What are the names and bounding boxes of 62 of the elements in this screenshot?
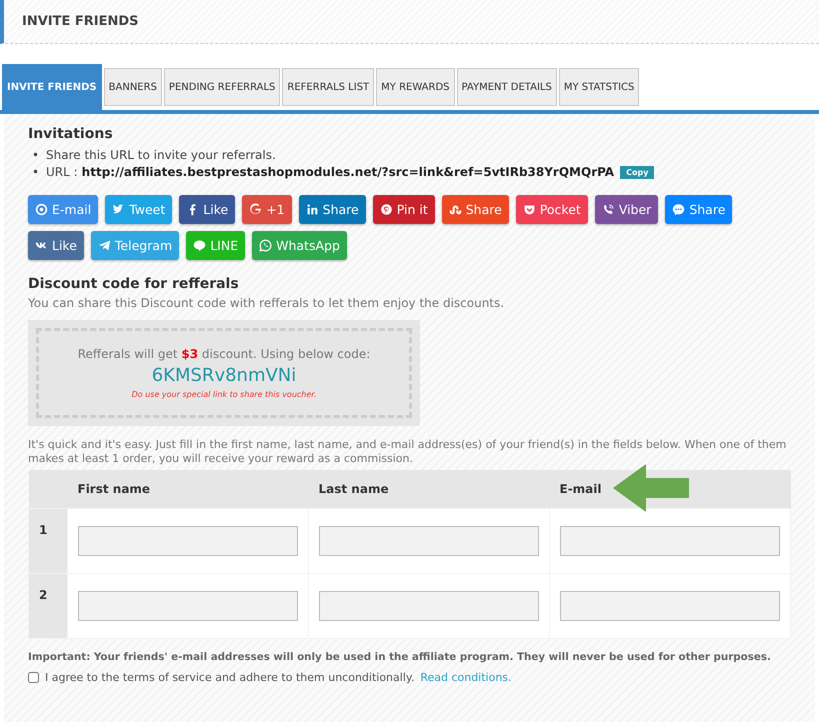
section-title: Discount code for refferals	[28, 276, 240, 292]
google-g-icon	[249, 203, 262, 216]
tab[interactable]: INVITE FRIENDS	[2, 64, 102, 110]
input-field[interactable]	[560, 591, 780, 621]
at-icon	[35, 203, 48, 216]
pocket-icon	[522, 203, 536, 216]
linkedin-icon	[306, 203, 319, 216]
voucher-code: 6KMSRv8nmVNi	[152, 365, 296, 386]
column-header: First name	[68, 470, 308, 508]
paper-plane-icon	[98, 239, 111, 252]
share-button[interactable]: Share	[665, 195, 732, 224]
share-button[interactable]: WhatsApp	[252, 231, 347, 260]
share-button[interactable]: Viber	[594, 195, 658, 224]
tab[interactable]: BANNERS	[104, 68, 162, 106]
stumbleupon-icon	[448, 203, 462, 216]
column-header: Last name	[308, 470, 550, 508]
share-button[interactable]: Like	[28, 231, 84, 260]
tab[interactable]: PENDING REFERRALS	[164, 68, 280, 106]
referral-url: http://affiliates.bestprestashopmodules.net/?src=link&ref=5vtIRb38YrQMQrPA	[82, 165, 614, 179]
voucher-offer: Refferals will get $3 discount. Using below code:	[78, 347, 370, 361]
form-intro: It's quick and it's easy. Just fill in the first name, last name, and e-mail address(es) of your friend(s) in the fields below. When one of them makes at least 1 order, you will receive your reward as a commission.	[28, 438, 788, 466]
section-title: Invitations	[28, 126, 114, 142]
share-button[interactable]: Tweet	[105, 195, 172, 224]
checkbox[interactable]	[28, 672, 39, 683]
input-field[interactable]	[78, 591, 298, 621]
share-button[interactable]: Share	[298, 195, 366, 224]
input-field[interactable]	[319, 526, 539, 556]
speech-bubble-icon	[193, 239, 206, 252]
share-button[interactable]: E-mail	[28, 195, 98, 224]
input-field[interactable]	[560, 526, 780, 556]
input-field[interactable]	[78, 526, 298, 556]
whatsapp-phone-icon	[259, 239, 272, 252]
bullet: •	[32, 164, 40, 181]
pin-icon	[380, 203, 393, 216]
share-button[interactable]: Telegram	[90, 231, 180, 260]
header-cell	[28, 470, 68, 508]
read-conditions-link[interactable]: Read conditions.	[420, 671, 512, 684]
page-title: INVITE FRIENDS	[22, 14, 139, 29]
share-button[interactable]: Like	[179, 195, 236, 224]
voucher-warning: Do use your special link to share this voucher.	[132, 390, 316, 399]
tab[interactable]: REFERRALS LIST	[282, 68, 374, 106]
input-field[interactable]	[319, 591, 539, 621]
chat-bubble-icon	[672, 203, 686, 216]
tab[interactable]: MY STATSTICS	[558, 68, 640, 106]
section-description: You can share this Discount code with refferals to let them enjoy the discounts.	[28, 296, 506, 310]
copy-button[interactable]: Copy	[620, 166, 654, 179]
row-number: 2	[28, 574, 68, 638]
url-label: URL :	[46, 165, 78, 179]
row-number: 1	[28, 508, 68, 574]
bird-icon	[112, 203, 126, 216]
tab[interactable]: PAYMENT DETAILS	[456, 68, 557, 106]
agree-text: I agree to the terms of service and adhere to them unconditionally.	[45, 671, 414, 684]
bullet: •	[32, 147, 40, 164]
tab[interactable]: MY REWARDS	[376, 68, 455, 106]
phone-icon	[602, 203, 615, 216]
important-note: Important: Your friends' e-mail addresses will only be used in the affiliate program. They will never be used for other purposes.	[28, 651, 772, 663]
share-button[interactable]: Pin it	[372, 195, 435, 224]
share-button[interactable]: +1	[242, 195, 292, 224]
share-button[interactable]: Pocket	[516, 195, 588, 224]
share-button[interactable]: Share	[442, 195, 509, 224]
share-hint: Share this URL to invite your referrals.	[46, 148, 276, 162]
share-button[interactable]: LINE	[186, 231, 246, 260]
